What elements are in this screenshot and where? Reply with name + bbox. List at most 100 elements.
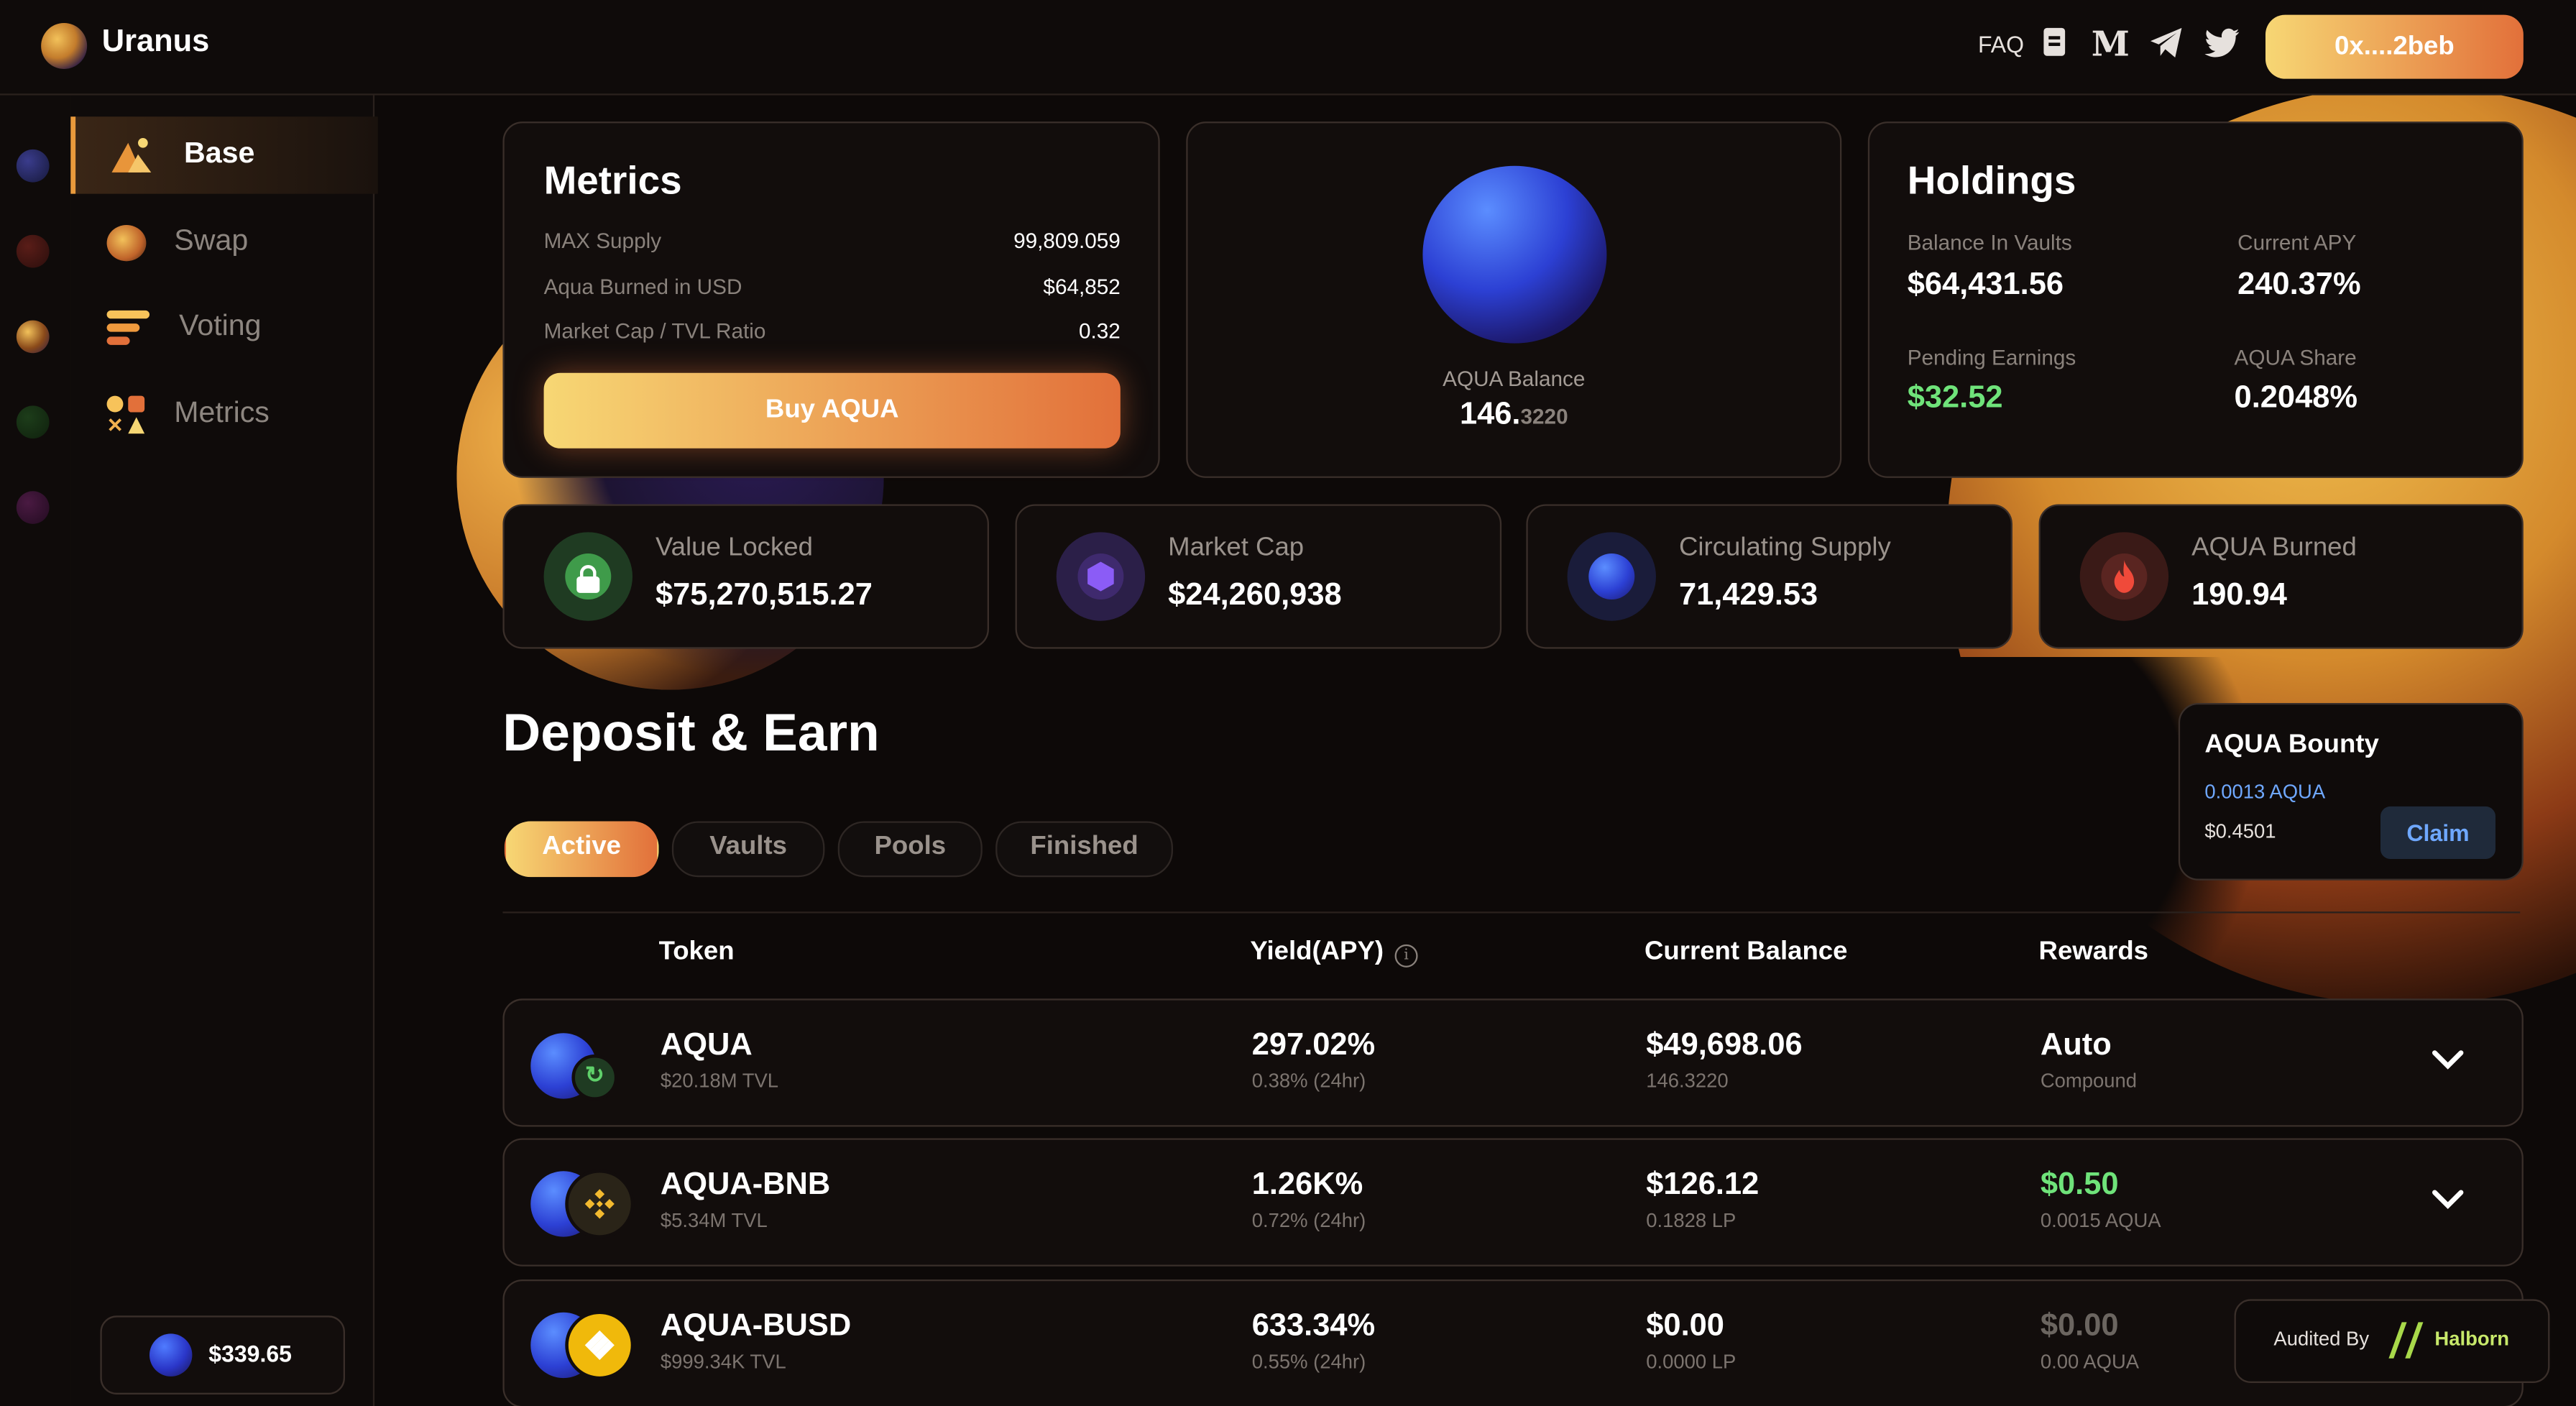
chevron-down-icon[interactable] <box>2432 1049 2465 1072</box>
token-apy-24h: 0.55% (24hr) <box>1251 1350 1366 1374</box>
holdings-card: Holdings Balance In Vaults $64,431.56 Cu… <box>1867 121 2524 478</box>
aqua-balance-card: AQUA Balance 146.3220 <box>1186 121 1842 478</box>
sidebar-item-label: Metrics <box>174 395 270 429</box>
tab-active[interactable]: Active <box>504 821 659 878</box>
tab-label: Finished <box>1030 832 1138 861</box>
token-balance: $0.00 <box>1646 1309 1724 1344</box>
aqua-token-icon <box>149 1333 193 1377</box>
stat-label: Market Cap <box>1168 533 1305 562</box>
metric-value: 99,809.059 <box>1013 228 1121 253</box>
bounty-title: AQUA Bounty <box>2204 730 2379 759</box>
shapes-icon: ✕ <box>106 395 147 436</box>
holdings-title: Holdings <box>1907 159 2076 204</box>
app-name: Uranus <box>101 24 210 60</box>
aqua-bounty-card: AQUA Bounty 0.0013 AQUA $0.4501 Claim <box>2178 702 2524 881</box>
audited-label: Audited By <box>2273 1327 2370 1351</box>
metrics-card: Metrics MAX Supply 99,809.059 Aqua Burne… <box>502 121 1160 478</box>
sidebar-item-label: Swap <box>174 223 249 257</box>
chevron-down-icon[interactable] <box>2432 1189 2465 1212</box>
stat-card-market-cap: Market Cap $24,260,938 <box>1015 504 1502 649</box>
stat-value: $24,260,938 <box>1168 578 1342 613</box>
deposit-title: Deposit & Earn <box>502 702 880 763</box>
claim-button[interactable]: Claim <box>2380 806 2496 860</box>
table-row[interactable]: ↻ AQUA $20.18M TVL 297.02% 0.38% (24hr) … <box>502 998 2524 1127</box>
stat-card-aqua-burned: AQUA Burned 190.94 <box>2038 504 2524 649</box>
tab-vaults[interactable]: Vaults <box>671 821 825 878</box>
tab-pools[interactable]: Pools <box>837 821 983 878</box>
telegram-icon[interactable] <box>2149 27 2185 60</box>
rail-planet-red[interactable] <box>16 234 50 268</box>
token-balance-sub: 146.3220 <box>1646 1069 1729 1093</box>
sidebar-item-voting[interactable]: Voting <box>70 289 373 364</box>
token-rewards-sub: 0.00 AQUA <box>2040 1350 2140 1374</box>
stat-card-circulating-supply: Circulating Supply 71,429.53 <box>1526 504 2012 649</box>
sidebar-item-label: Voting <box>179 308 262 342</box>
metric-label: MAX Supply <box>543 228 662 253</box>
sidebar-item-label: Base <box>183 136 255 170</box>
audited-badge[interactable]: Audited By Halborn <box>2234 1299 2550 1383</box>
voting-bars-icon <box>106 310 150 346</box>
stat-card-value-locked: Value Locked $75,270,515.27 <box>502 504 989 649</box>
token-name: AQUA <box>660 1028 753 1063</box>
busd-icon <box>565 1310 635 1380</box>
token-rewards-sub: Compound <box>2040 1069 2138 1093</box>
docs-icon[interactable] <box>2043 27 2066 56</box>
uranus-logo-icon <box>41 22 88 69</box>
bnb-icon <box>565 1169 635 1239</box>
holding-value: 0.2048% <box>2234 381 2358 416</box>
aqua-balance-main: 146. <box>1459 397 1521 432</box>
table-row[interactable]: AQUA-BNB $5.34M TVL 1.26K% 0.72% (24hr) … <box>502 1138 2524 1267</box>
sidebar: Base Swap Voting ✕ Metrics $339.65 <box>70 95 378 1406</box>
aqua-price: $339.65 <box>208 1340 292 1367</box>
rail-planet-blue[interactable] <box>16 149 50 183</box>
buy-aqua-button[interactable]: Buy AQUA <box>543 372 1121 449</box>
rail-planet-uranus[interactable] <box>16 320 50 354</box>
stat-label: AQUA Burned <box>2191 533 2357 562</box>
rail-planet-purple[interactable] <box>16 491 50 524</box>
tab-finished[interactable]: Finished <box>995 821 1173 878</box>
token-apy-24h: 0.38% (24hr) <box>1251 1069 1366 1093</box>
table-row[interactable]: AQUA-BUSD $999.34K TVL 633.34% 0.55% (24… <box>502 1279 2524 1406</box>
aqua-orb-icon <box>1567 532 1656 621</box>
top-header: Uranus FAQ M 0x....2beb <box>0 0 2576 96</box>
token-balance: $126.12 <box>1646 1167 1760 1203</box>
sidebar-item-metrics[interactable]: ✕ Metrics <box>70 376 373 451</box>
autocompound-icon: ↻ <box>571 1054 618 1101</box>
medium-icon[interactable]: M <box>2092 23 2130 64</box>
column-header-token: Token <box>658 937 735 966</box>
faq-link[interactable]: FAQ <box>1978 31 2024 58</box>
twitter-icon[interactable] <box>2204 28 2240 58</box>
metrics-title: Metrics <box>543 159 682 204</box>
token-apy: 297.02% <box>1251 1028 1376 1063</box>
sidebar-item-base[interactable]: Base <box>70 116 378 194</box>
stat-value: 190.94 <box>2191 578 2287 613</box>
lock-icon <box>543 532 632 621</box>
token-rewards: $0.00 <box>2040 1309 2119 1344</box>
column-header-rewards: Rewards <box>2038 937 2149 966</box>
tab-label: Pools <box>874 832 947 861</box>
aqua-price-badge[interactable]: $339.65 <box>100 1315 345 1394</box>
token-apy: 1.26K% <box>1251 1167 1363 1203</box>
token-apy: 633.34% <box>1251 1309 1376 1344</box>
wallet-address: 0x....2beb <box>2334 32 2455 61</box>
column-header-yield: Yield(APY) <box>1250 937 1384 966</box>
holding-value: $64,431.56 <box>1907 267 2064 303</box>
token-name: AQUA-BNB <box>660 1167 831 1203</box>
holding-label: Current APY <box>2237 229 2357 255</box>
sidebar-item-swap[interactable]: Swap <box>70 203 373 279</box>
aqua-balance-label: AQUA Balance <box>1443 366 1586 391</box>
app-window: Uranus FAQ M 0x....2beb Base Swap Voting… <box>0 0 2576 1406</box>
stat-label: Circulating Supply <box>1678 533 1891 562</box>
info-icon[interactable]: i <box>1394 944 1418 968</box>
holding-label: Balance In Vaults <box>1907 229 2072 255</box>
buy-aqua-label: Buy AQUA <box>765 395 899 424</box>
token-balance: $49,698.06 <box>1646 1028 1803 1063</box>
metric-value: 0.32 <box>1078 318 1121 344</box>
token-name: AQUA-BUSD <box>660 1309 852 1344</box>
wallet-button[interactable]: 0x....2beb <box>2265 14 2524 79</box>
auditor-name: Halborn <box>2434 1327 2510 1351</box>
rail-planet-green[interactable] <box>16 405 50 439</box>
token-balance-sub: 0.1828 LP <box>1646 1208 1736 1232</box>
aqua-orb-icon <box>1422 165 1607 344</box>
token-balance-sub: 0.0000 LP <box>1646 1350 1736 1374</box>
